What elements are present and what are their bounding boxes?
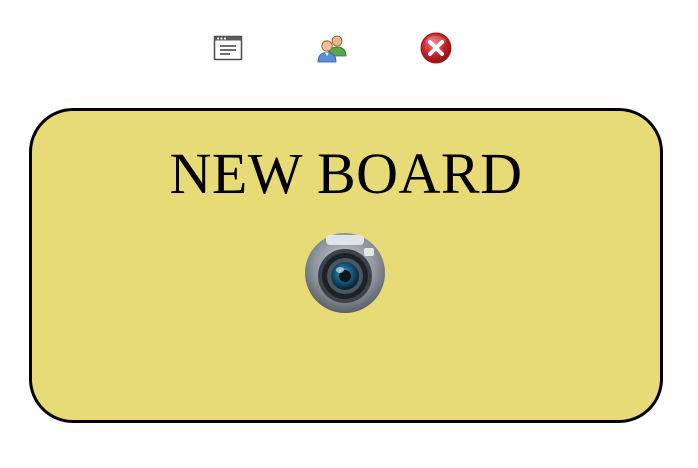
toolbar — [0, 30, 698, 66]
close-icon — [420, 32, 452, 64]
camera-icon — [305, 233, 385, 313]
users-icon — [317, 35, 347, 63]
new-board-card[interactable]: NEW BOARD — [29, 108, 663, 423]
window-button[interactable] — [210, 30, 246, 66]
close-button[interactable] — [418, 30, 454, 66]
board-title: NEW BOARD — [169, 141, 523, 206]
camera-button[interactable] — [304, 232, 386, 314]
window-icon — [213, 35, 243, 61]
users-button[interactable] — [314, 30, 350, 66]
